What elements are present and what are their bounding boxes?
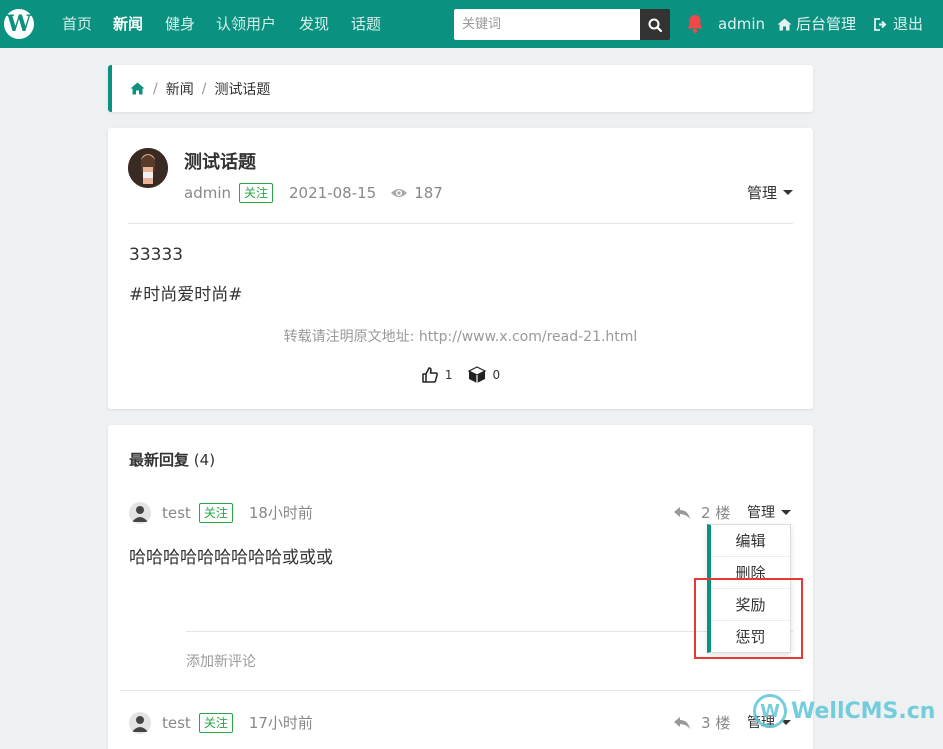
breadcrumb-item-news[interactable]: 新闻 xyxy=(166,79,194,99)
search-icon xyxy=(648,18,662,32)
cube-icon[interactable] xyxy=(467,366,487,384)
user-menu-admin[interactable]: admin xyxy=(718,0,765,48)
home-icon xyxy=(777,18,792,30)
source-note: 转载请注明原文地址: http://www.x.com/read-21.html xyxy=(283,329,638,345)
reply-meta: test 关注 18小时前 xyxy=(162,502,313,523)
floor-unit: 楼 xyxy=(715,504,731,522)
top-navbar: W 首页 新闻 健身 认领用户 发现 话题 admin 后台管理 退出 xyxy=(0,0,943,48)
reply-avatar[interactable] xyxy=(129,502,151,524)
reply-avatar[interactable] xyxy=(129,712,151,734)
replies-heading: 最新回复 (4) xyxy=(129,449,215,470)
breadcrumb-separator: / xyxy=(153,80,158,97)
breadcrumb-item-current: 测试话题 xyxy=(214,81,271,98)
reply-username[interactable]: test xyxy=(162,714,191,732)
site-logo[interactable]: W xyxy=(4,9,34,39)
post-title: 测试话题 xyxy=(184,152,256,173)
replies-title: 最新回复 xyxy=(129,451,190,469)
user-icon xyxy=(132,506,148,522)
watermark-logo-icon: W xyxy=(753,694,787,728)
author-avatar[interactable] xyxy=(128,148,168,188)
logout-label: 退出 xyxy=(893,15,924,33)
menu-item-reward[interactable]: 奖励 xyxy=(711,589,790,621)
reply-icon[interactable] xyxy=(673,506,691,520)
follow-button[interactable]: 关注 xyxy=(239,183,274,203)
eye-icon xyxy=(391,189,408,197)
manage-label: 管理 xyxy=(747,505,775,521)
post-meta: admin 关注 2021-08-15 187 xyxy=(184,183,443,203)
post-content-line: #时尚爱时尚# xyxy=(129,285,243,305)
floor-unit: 楼 xyxy=(715,714,731,732)
reply-floor: 2 楼 xyxy=(673,502,730,523)
menu-item-delete[interactable]: 删除 xyxy=(711,557,790,589)
nav-item-home[interactable]: 首页 xyxy=(62,0,92,48)
admin-panel-link[interactable]: 后台管理 xyxy=(777,0,856,48)
floor-number: 2 xyxy=(701,504,711,522)
chevron-down-icon xyxy=(783,190,793,195)
divider xyxy=(120,690,801,691)
add-comment-link[interactable]: 添加新评论 xyxy=(186,651,256,671)
user-icon xyxy=(132,716,148,732)
reply-username[interactable]: test xyxy=(162,504,191,522)
reply-floor: 3 楼 xyxy=(673,712,730,733)
post-date: 2021-08-15 xyxy=(289,184,377,202)
admin-panel-label: 后台管理 xyxy=(796,15,857,33)
floor-number: 3 xyxy=(701,714,711,732)
manage-dropdown-menu: 编辑 删除 奖励 惩罚 xyxy=(707,524,791,653)
avatar-image xyxy=(128,148,168,188)
post-author[interactable]: admin xyxy=(184,184,231,202)
reply-icon[interactable] xyxy=(673,716,691,730)
nav-item-claim-user[interactable]: 认领用户 xyxy=(216,0,276,48)
search-input[interactable] xyxy=(454,9,640,40)
manage-label: 管理 xyxy=(746,184,777,202)
breadcrumb: / 新闻 / 测试话题 xyxy=(108,65,813,112)
nav-item-fitness[interactable]: 健身 xyxy=(165,0,195,48)
divider xyxy=(128,223,793,224)
reply-time: 17小时前 xyxy=(248,714,313,732)
post-content-line: 33333 xyxy=(129,245,184,265)
home-icon[interactable] xyxy=(130,82,145,95)
reply-time: 18小时前 xyxy=(248,504,313,522)
watermark-text: WellCMS.cn xyxy=(791,698,936,724)
breadcrumb-separator: / xyxy=(201,80,207,97)
chevron-down-icon xyxy=(781,509,791,515)
logout-link[interactable]: 退出 xyxy=(874,0,923,48)
search-button[interactable] xyxy=(640,9,670,40)
divider xyxy=(186,631,793,632)
reply-manage-dropdown[interactable]: 管理 xyxy=(747,502,791,522)
like-count: 1 xyxy=(444,368,453,382)
post-card: 测试话题 admin 关注 2021-08-15 187 管理 33333 #时… xyxy=(108,128,813,409)
follow-button[interactable]: 关注 xyxy=(198,712,233,733)
watermark: W WellCMS.cn xyxy=(753,694,935,728)
bell-icon[interactable] xyxy=(686,14,704,34)
post-views: 187 xyxy=(414,184,443,202)
nav-item-topics[interactable]: 话题 xyxy=(351,0,381,48)
logout-icon xyxy=(874,17,887,31)
favorite-count: 0 xyxy=(492,368,501,382)
nav-item-news[interactable]: 新闻 xyxy=(113,0,143,48)
reply-content: 哈哈哈哈哈哈哈哈哈或或或 xyxy=(129,548,333,568)
follow-button[interactable]: 关注 xyxy=(198,502,233,523)
post-actions: 1 0 xyxy=(108,366,813,384)
menu-item-punish[interactable]: 惩罚 xyxy=(711,621,790,653)
replies-count: (4) xyxy=(193,451,216,469)
reply-meta: test 关注 17小时前 xyxy=(162,712,313,733)
thumbs-up-icon[interactable] xyxy=(421,366,439,384)
menu-item-edit[interactable]: 编辑 xyxy=(711,525,790,557)
post-manage-dropdown[interactable]: 管理 xyxy=(747,182,793,203)
nav-item-discover[interactable]: 发现 xyxy=(299,0,329,48)
